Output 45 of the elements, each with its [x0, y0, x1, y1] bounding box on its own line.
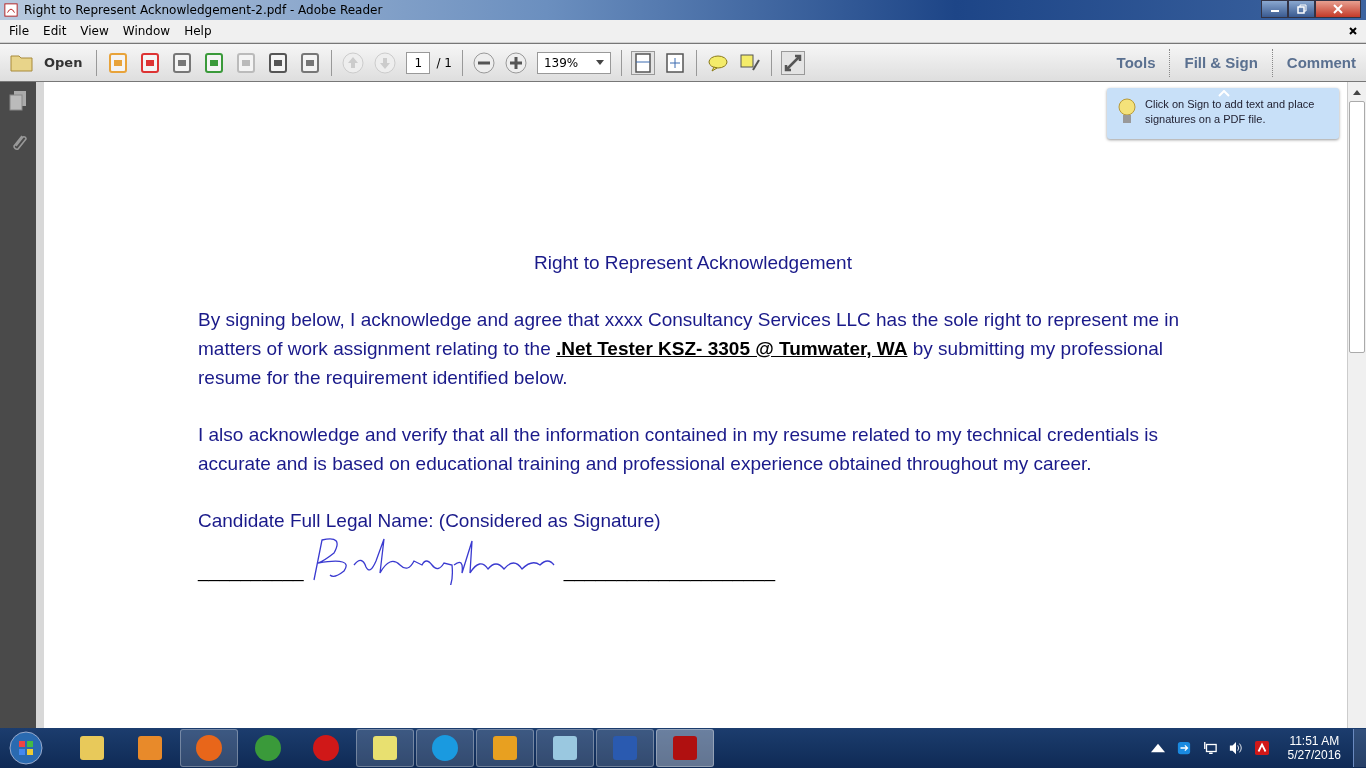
paragraph: I also acknowledge and verify that all the information contained in my resume related to my technical credentials is accurate and is based on educational training and professional experience obtained throughout my career. [198, 423, 1159, 476]
fit-width-icon[interactable] [663, 51, 686, 74]
volume-icon[interactable] [1228, 741, 1243, 755]
pages-icon[interactable] [8, 90, 28, 112]
caret-icon [595, 60, 604, 65]
scrollbar[interactable] [1347, 82, 1366, 728]
show-desktop-button[interactable] [1353, 729, 1366, 767]
menu-item[interactable]: Window [115, 24, 178, 38]
tip-text: Click on Sign to add text and place signatures on a PDF file. [1145, 97, 1316, 127]
menu-item[interactable]: File [2, 24, 37, 38]
window-title: Right to Represent Acknowledgement-2.pdf - Adobe Reader [24, 3, 383, 17]
menu-item[interactable]: Help [177, 24, 219, 38]
minimize-button[interactable] [1261, 0, 1288, 18]
signature-line: ____________________ [563, 559, 775, 584]
zoom-out-icon[interactable] [472, 51, 495, 74]
page-total: / 1 [436, 55, 452, 70]
close-button[interactable] [1315, 0, 1361, 18]
pdf-icon [4, 3, 18, 17]
network-icon[interactable] [1202, 741, 1217, 755]
arrow-up-icon[interactable] [1353, 90, 1361, 95]
menu-item[interactable]: View [73, 24, 116, 38]
remote-app-icon[interactable] [1176, 741, 1191, 755]
antivirus-icon[interactable] [1254, 741, 1269, 755]
pane-tab[interactable]: Tools [1112, 54, 1160, 71]
clock-date: 5/27/2016 [1287, 748, 1341, 762]
zoom-dropdown[interactable]: 139% [536, 51, 611, 74]
start-button-icon[interactable] [8, 730, 44, 766]
restore-icon [1296, 4, 1307, 14]
pane-tab[interactable]: Comment [1282, 54, 1360, 71]
name-label: Candidate Full Legal Name: (Considered as Signature) [198, 509, 662, 533]
document-title: Right to Represent Acknowledgement [533, 251, 853, 275]
close-icon [1333, 4, 1343, 14]
paragraph: By signing below, I acknowledge and agree that xxxx Consultancy Services LLC has the sole right to represent me in matters of work assignment relating to the .Net Tester KSZ- 3305 @ Tumwater, WA by submitting my professional resume for the requirement identified below. [198, 308, 1181, 390]
signature-line: __________ [198, 559, 304, 584]
restore-button[interactable] [1288, 0, 1315, 18]
show-hidden-icons-icon[interactable] [1150, 741, 1165, 755]
expand-icon[interactable] [781, 51, 804, 74]
zoom-in-icon[interactable] [504, 51, 527, 74]
open-button[interactable]: Open [6, 50, 87, 75]
close-icon[interactable] [1348, 26, 1358, 36]
clock-time: 11:51 AM [1289, 734, 1340, 748]
pane-tab[interactable]: Fill & Sign [1180, 54, 1262, 71]
menu-item[interactable]: Edit [36, 24, 74, 38]
fit-page-icon[interactable] [631, 51, 654, 74]
page-number-field[interactable]: 1 [406, 51, 431, 74]
